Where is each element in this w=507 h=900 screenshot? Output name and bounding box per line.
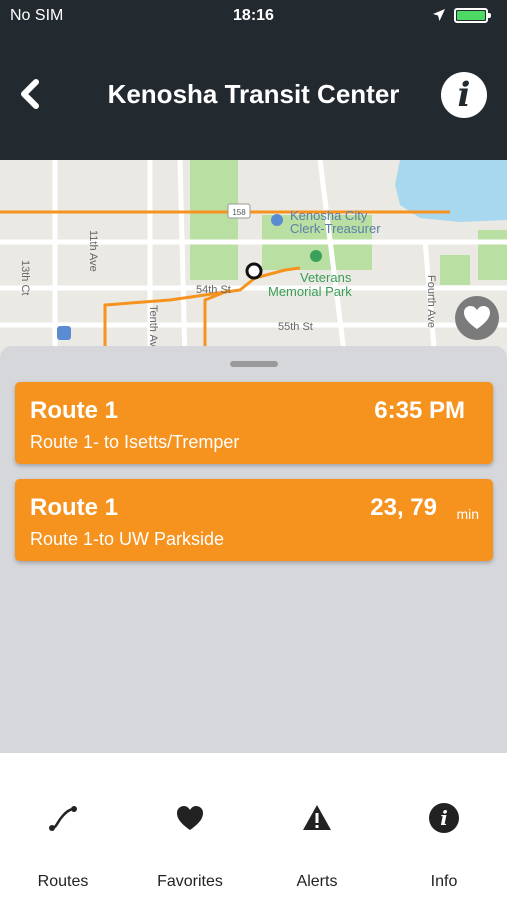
- park-area: [190, 160, 238, 280]
- tab-alerts[interactable]: Alerts: [254, 753, 380, 900]
- arrival-time: 6:35 PM: [374, 397, 465, 424]
- street-label: Fourth Ave: [425, 275, 437, 328]
- location-arrow-icon: [433, 9, 445, 21]
- route-name: Route 1: [30, 494, 119, 521]
- street-label: 13th Ct: [19, 260, 31, 295]
- route-name: Route 1: [30, 397, 119, 424]
- transit-marker: [57, 326, 71, 340]
- poi-label: Clerk-Treasurer: [290, 221, 381, 236]
- street-label: 55th St: [278, 321, 313, 333]
- route-destination: Route 1- to Isetts/Tremper: [30, 432, 240, 452]
- street-label: 11th Ave: [87, 230, 99, 272]
- heart-icon: [464, 306, 490, 329]
- page-title: Kenosha Transit Center: [107, 79, 400, 109]
- arrival-card[interactable]: Route 1 Route 1- to Isetts/Tremper 6:35 …: [15, 382, 493, 464]
- tab-label: Alerts: [296, 873, 338, 890]
- arrivals-sheet: Route 1 Route 1- to Isetts/Tremper 6:35 …: [0, 346, 507, 753]
- arrival-card[interactable]: Route 1 Route 1-to UW Parkside 23, 79 mi…: [15, 479, 493, 561]
- route-map[interactable]: 158 Kenosha City Clerk-Treasurer Veteran…: [0, 160, 507, 360]
- tab-bar: Routes Favorites Alerts i Info: [0, 753, 507, 900]
- heart-icon: [177, 806, 203, 830]
- park-marker: [310, 250, 322, 262]
- street-label: 54th St: [196, 284, 231, 296]
- favorite-button[interactable]: [455, 296, 499, 340]
- poi-marker: [271, 214, 283, 226]
- routes-icon: [49, 806, 77, 831]
- info-button[interactable]: i: [441, 72, 487, 118]
- arrival-time-unit: min: [456, 506, 479, 522]
- alert-icon: [303, 805, 331, 830]
- stop-marker: [245, 262, 263, 280]
- park-label: Memorial Park: [268, 284, 352, 299]
- arrival-time: 23, 79: [370, 494, 437, 521]
- tab-favorites[interactable]: Favorites: [127, 753, 253, 900]
- tab-routes[interactable]: Routes: [0, 753, 126, 900]
- route-destination: Route 1-to UW Parkside: [30, 529, 225, 549]
- sheet-grabber[interactable]: [230, 361, 278, 367]
- back-button[interactable]: [12, 72, 48, 116]
- park-label: Veterans: [300, 270, 352, 285]
- info-icon: i: [429, 803, 459, 833]
- tab-label: Routes: [37, 873, 89, 890]
- tab-label: Info: [430, 873, 458, 890]
- status-bar: No SIM 18:16: [0, 0, 507, 32]
- park-area: [440, 255, 470, 285]
- park-area: [478, 230, 507, 280]
- clock: 18:16: [233, 7, 274, 24]
- battery-icon: [454, 8, 491, 23]
- nav-bar: Kenosha Transit Center i: [0, 32, 507, 160]
- highway-shield-label: 158: [232, 208, 246, 217]
- tab-info[interactable]: i Info: [381, 753, 507, 900]
- tab-label: Favorites: [157, 873, 223, 890]
